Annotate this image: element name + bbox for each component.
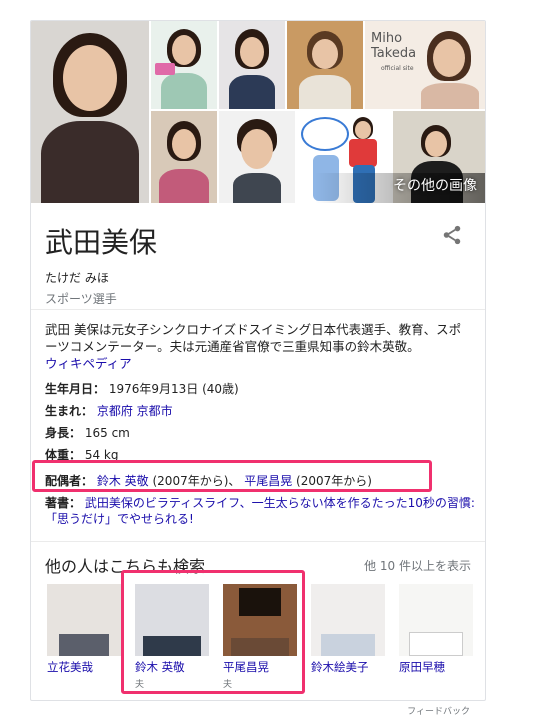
photo-2[interactable] <box>151 21 217 109</box>
photo-mosaic[interactable]: Miho Takeda official site その他の画像 <box>31 21 485 203</box>
person-name[interactable]: 立花美哉 <box>47 659 121 675</box>
photo-logo-text: Miho Takeda official site <box>371 31 416 76</box>
fact-height: 身長： 165 cm <box>45 425 475 447</box>
feedback-link[interactable]: フィードバック <box>407 704 470 715</box>
related-person[interactable]: 立花美哉 <box>47 584 121 677</box>
wikipedia-link[interactable]: ウィキペディア <box>45 356 132 371</box>
entity-name: 武田美保 <box>45 226 158 259</box>
person-photo[interactable] <box>311 584 385 656</box>
description: 武田 美保は元女子シンクロナイズドスイミング日本代表選手、教育、スポーツコメンテ… <box>45 321 470 372</box>
person-photo[interactable] <box>399 584 473 656</box>
description-text: 武田 美保は元女子シンクロナイズドスイミング日本代表選手、教育、スポーツコメンテ… <box>45 322 462 354</box>
person-photo[interactable] <box>47 584 121 656</box>
person-name[interactable]: 原田早穂 <box>399 659 473 675</box>
more-images-link[interactable]: その他の画像 <box>393 175 477 195</box>
fact-height-label: 身長： <box>45 426 82 440</box>
share-icon[interactable] <box>441 224 463 246</box>
fact-birth-value: 1976年9月13日 (40歳) <box>108 382 239 396</box>
logo-line-2: Takeda <box>371 46 417 61</box>
photo-5[interactable]: Miho Takeda official site <box>365 21 485 109</box>
spouse-people-highlight-box <box>121 570 305 694</box>
fact-books: 著書： 武田美保のビラティスライフ、一生太らない体を作るたった10秒の習慣: 「… <box>45 495 475 533</box>
person-name[interactable]: 鈴木絵美子 <box>311 659 385 675</box>
entity-category: スポーツ選手 <box>45 292 117 306</box>
fact-birth-label: 生年月日： <box>45 382 106 396</box>
divider <box>31 309 485 310</box>
fact-born-value[interactable]: 京都府 京都市 <box>97 404 173 418</box>
related-person[interactable]: 原田早穂 <box>399 584 473 677</box>
fact-born: 生まれ： 京都府 京都市 <box>45 403 475 425</box>
title-block: 武田美保 たけだ みほ スポーツ選手 <box>45 221 157 307</box>
photo-7[interactable] <box>219 111 295 203</box>
fact-height-value: 165 cm <box>84 426 130 440</box>
spouse-highlight-box <box>32 460 432 492</box>
fact-born-label: 生まれ： <box>45 404 94 418</box>
related-more-link[interactable]: 他 10 件以上を表示 <box>364 557 471 574</box>
fact-books-label: 著書： <box>45 496 82 510</box>
logo-line-3: official site <box>381 65 414 72</box>
related-person[interactable]: 鈴木絵美子 <box>311 584 385 677</box>
fact-birth: 生年月日： 1976年9月13日 (40歳) <box>45 381 475 403</box>
entity-reading: たけだ みほ <box>45 271 109 285</box>
fact-books-value[interactable]: 武田美保のビラティスライフ、一生太らない体を作るたった10秒の習慣: 「思うだけ… <box>45 496 475 526</box>
logo-line-1: Miho <box>371 31 403 46</box>
photo-6[interactable] <box>151 111 217 203</box>
main-photo[interactable] <box>31 21 149 203</box>
photo-3[interactable] <box>219 21 285 109</box>
photo-4[interactable] <box>287 21 363 109</box>
facts-list: 生年月日： 1976年9月13日 (40歳) 生まれ： 京都府 京都市 身長： … <box>45 381 475 529</box>
divider <box>31 541 485 542</box>
